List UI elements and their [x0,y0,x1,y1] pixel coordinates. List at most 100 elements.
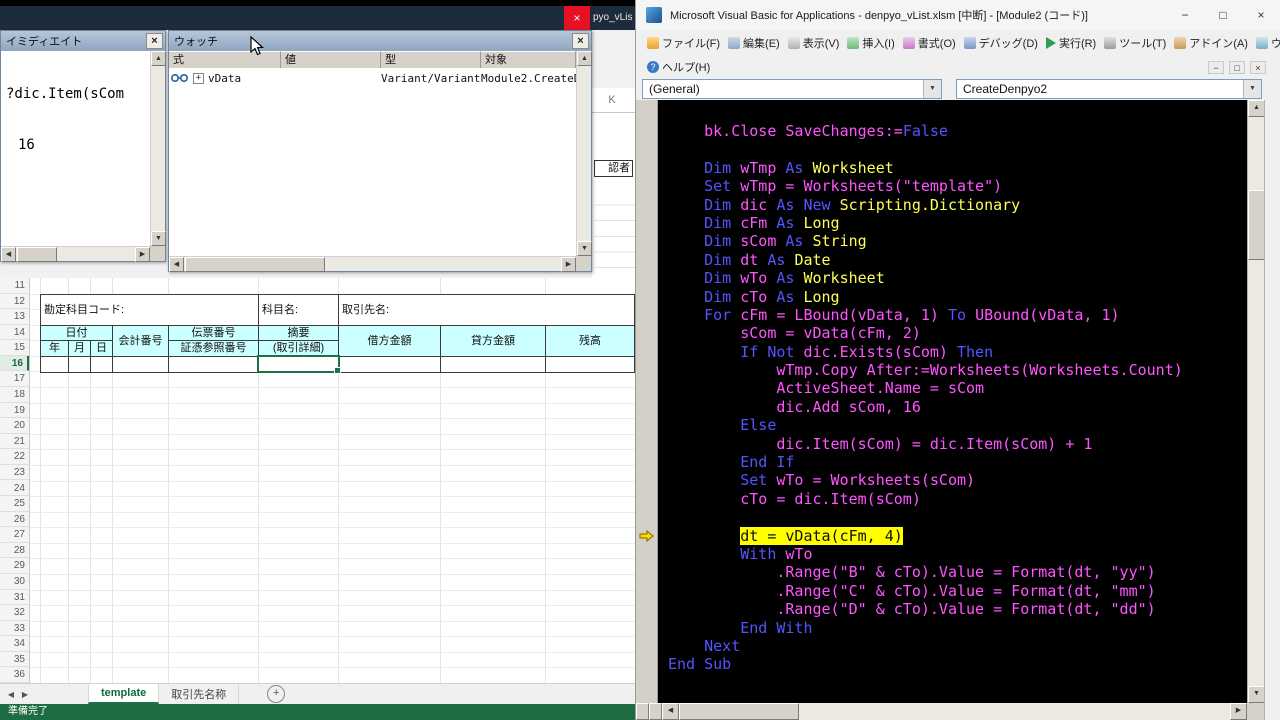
code-line[interactable]: Set wTmp = Worksheets("template") [668,177,1247,195]
row-header-19[interactable]: 19 [0,403,29,419]
code-line[interactable] [668,140,1247,158]
code-hscrollbar[interactable]: ◀ ▶ [636,703,1247,720]
code-line[interactable]: Next [668,637,1247,655]
code-line[interactable]: .Range("D" & cTo).Value = Format(dt, "dd… [668,600,1247,618]
code-line[interactable]: If Not dic.Exists(sCom) Then [668,343,1247,361]
scroll-left-button[interactable]: ◀ [662,703,679,720]
watch-col-value[interactable]: 値 [281,51,381,68]
row-header-27[interactable]: 27 [0,527,29,543]
object-dropdown[interactable]: (General) ▼ [642,79,942,99]
row-header-35[interactable]: 35 [0,652,29,668]
mdi-close-button[interactable]: × [1250,61,1266,74]
code-line[interactable]: With wTo [668,545,1247,563]
scroll-up-button[interactable]: ▲ [151,51,166,66]
scroll-left-button[interactable]: ◀ [1,247,16,262]
hscroll-thumb[interactable] [679,703,799,720]
entry-cell[interactable] [40,356,69,373]
vscroll-thumb[interactable] [1248,190,1265,260]
menu-item-5[interactable]: デバッグ(D) [961,33,1041,53]
header-credit[interactable]: 貸方金額 [440,325,546,357]
immediate-titlebar[interactable]: イミディエイト × [1,31,165,51]
menu-item-4[interactable]: 書式(O) [900,33,959,53]
sheet-tab-torihikisaki[interactable]: 取引先名称 [159,684,239,704]
scroll-up-button[interactable]: ▲ [1248,100,1265,117]
code-line[interactable]: Set wTo = Worksheets(sCom) [668,471,1247,489]
header-day[interactable]: 日 [90,340,113,357]
menu-help[interactable]: ? ヘルプ(H) [644,57,713,77]
entry-cell[interactable] [545,356,635,373]
immediate-close-button[interactable]: × [146,33,163,49]
watch-col-expression[interactable]: 式 [169,51,281,68]
watch-content[interactable]: + vData Variant/Variant(1 t Module2.Crea… [169,68,576,256]
add-sheet-button[interactable]: + [267,685,285,703]
code-line[interactable]: End With [668,619,1247,637]
immediate-vscrollbar[interactable]: ▲ ▼ [150,51,165,246]
immediate-content[interactable]: ?dic.Item(sCom 16 [1,51,150,246]
scroll-down-button[interactable]: ▼ [151,231,166,246]
excel-close-button[interactable]: × [564,6,590,30]
row-header-33[interactable]: 33 [0,621,29,637]
dropdown-arrow-icon[interactable]: ▼ [923,80,941,98]
code-line[interactable]: dic.Item(sCom) = dic.Item(sCom) + 1 [668,435,1247,453]
row-header-16[interactable]: 16 [0,356,29,372]
cell-subject-label[interactable]: 科目名: [258,294,339,326]
code-margin[interactable] [636,100,658,703]
row-header-26[interactable]: 26 [0,512,29,528]
row-header-18[interactable]: 18 [0,387,29,403]
procedure-dropdown[interactable]: CreateDenpyo2 ▼ [956,79,1262,99]
code-line[interactable]: .Range("C" & cTo).Value = Format(dt, "mm… [668,582,1247,600]
code-line[interactable]: Dim sCom As String [668,232,1247,250]
watch-hscrollbar[interactable]: ◀ ▶ [169,256,576,271]
row-header-20[interactable]: 20 [0,418,29,434]
watch-row[interactable]: + vData Variant/Variant(1 t Module2.Crea… [169,69,576,87]
menu-item-8[interactable]: アドイン(A) [1171,33,1251,53]
fill-handle[interactable] [334,367,341,374]
entry-cell[interactable] [168,356,259,373]
tab-scroll-left-button[interactable]: ◀ [4,690,18,699]
code-line[interactable]: Dim cTo As Long [668,288,1247,306]
watch-vscrollbar[interactable]: ▲ ▼ [576,51,591,256]
sheet-tab-template[interactable]: template [88,684,159,704]
mdi-minimize-button[interactable]: − [1208,61,1224,74]
row-header-36[interactable]: 36 [0,667,29,683]
full-module-view-button[interactable] [649,703,662,720]
row-header-14[interactable]: 14 [0,325,29,341]
mdi-restore-button[interactable]: □ [1229,61,1245,74]
row-header-23[interactable]: 23 [0,465,29,481]
code-line[interactable]: ActiveSheet.Name = sCom [668,379,1247,397]
code-editor[interactable]: bk.Close SaveChanges:=False Dim wTmp As … [658,100,1247,703]
code-line[interactable]: dt = vData(cFm, 4) [668,527,1247,545]
row-header-15[interactable]: 15 [0,340,29,356]
row-header-24[interactable]: 24 [0,481,29,497]
cell-client-label[interactable]: 取引先名: [338,294,635,326]
row-header-29[interactable]: 29 [0,558,29,574]
watch-col-context[interactable]: 対象 [481,51,576,68]
row-header-32[interactable]: 32 [0,605,29,621]
row-header-28[interactable]: 28 [0,543,29,559]
menu-item-0[interactable]: ファイル(F) [644,33,723,53]
menu-item-1[interactable]: 編集(E) [725,33,783,53]
menu-item-2[interactable]: 表示(V) [785,33,843,53]
row-header-13[interactable]: 13 [0,309,29,325]
code-line[interactable]: For cFm = LBound(vData, 1) To UBound(vDa… [668,306,1247,324]
row-header-34[interactable]: 34 [0,636,29,652]
hscroll-thumb[interactable] [185,257,325,272]
watch-close-button[interactable]: × [572,33,589,49]
row-header-12[interactable]: 12 [0,294,29,310]
code-line[interactable]: .Range("B" & cTo).Value = Format(dt, "yy… [668,563,1247,581]
row-header-30[interactable]: 30 [0,574,29,590]
row-header-25[interactable]: 25 [0,496,29,512]
code-line[interactable]: cTo = dic.Item(sCom) [668,490,1247,508]
row-header-21[interactable]: 21 [0,434,29,450]
entry-cell[interactable] [338,356,441,373]
header-summary[interactable]: 摘要 [258,325,339,342]
code-line[interactable]: Dim wTmp As Worksheet [668,159,1247,177]
code-line[interactable]: Dim wTo As Worksheet [668,269,1247,287]
dropdown-arrow-icon[interactable]: ▼ [1243,80,1261,98]
entry-cell[interactable] [112,356,169,373]
code-line[interactable]: bk.Close SaveChanges:=False [668,122,1247,140]
code-line[interactable]: dic.Add sCom, 16 [668,398,1247,416]
scroll-down-button[interactable]: ▼ [1248,686,1265,703]
vbe-titlebar[interactable]: Microsoft Visual Basic for Applications … [636,0,1280,30]
scroll-right-button[interactable]: ▶ [135,247,150,262]
